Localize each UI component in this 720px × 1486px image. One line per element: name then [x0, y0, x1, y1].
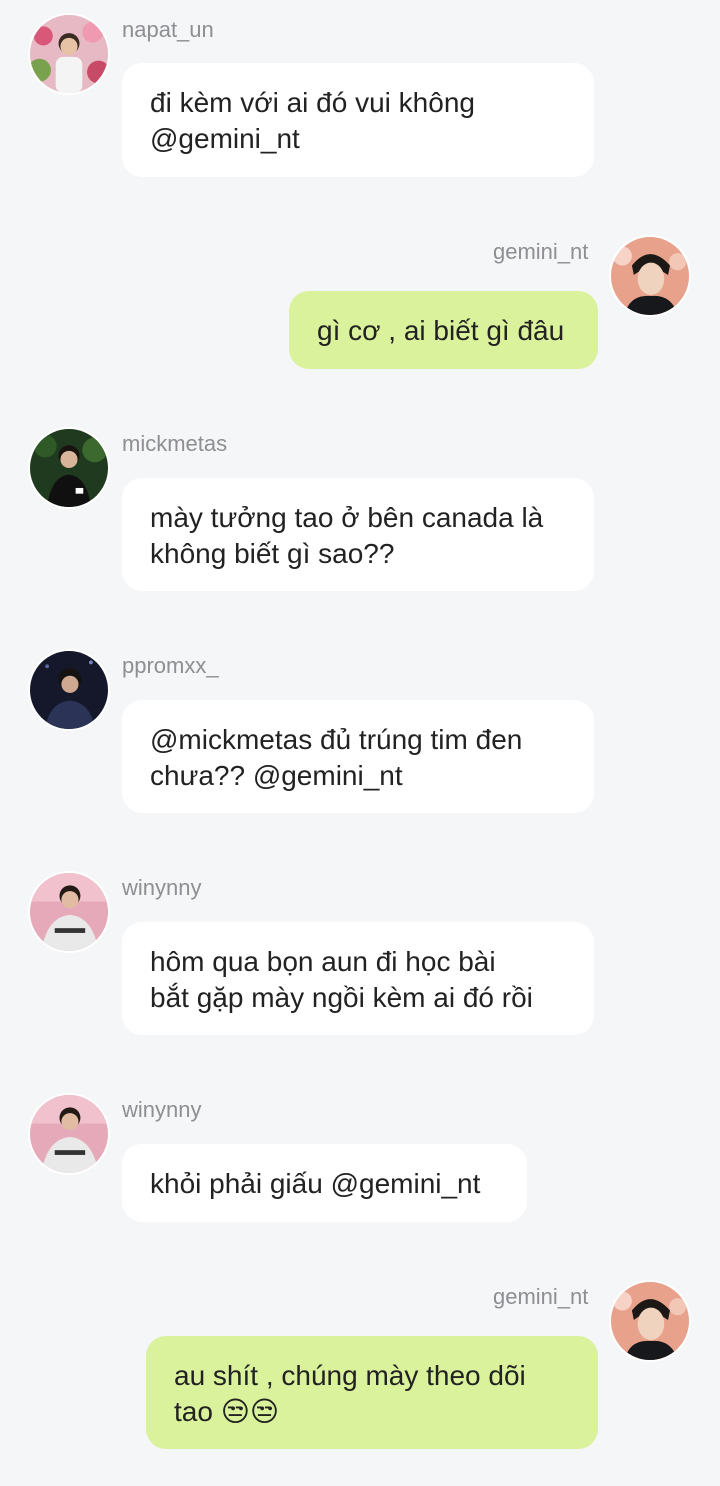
- message-bubble[interactable]: khỏi phải giấu @gemini_nt: [122, 1144, 527, 1222]
- message-bubble[interactable]: đi kèm với ai đó vui không @gemini_nt: [122, 63, 594, 177]
- username[interactable]: winynny: [122, 1097, 201, 1123]
- message-text-line: hôm qua bọn aun đi học bài: [150, 946, 496, 977]
- username[interactable]: mickmetas: [122, 431, 227, 457]
- username[interactable]: gemini_nt: [493, 239, 588, 265]
- username[interactable]: napat_un: [122, 17, 214, 43]
- message-bubble[interactable]: hôm qua bọn aun đi học bài bắt gặp mày n…: [122, 922, 594, 1035]
- avatar-photo-icon: [30, 651, 108, 729]
- avatar-photo-icon: [611, 237, 689, 315]
- username[interactable]: winynny: [122, 875, 201, 901]
- message-text-line: khỏi phải giấu @gemini_nt: [150, 1168, 481, 1199]
- message-bubble[interactable]: mày tưởng tao ở bên canada là không biết…: [122, 478, 594, 591]
- message-text-line: @gemini_nt: [150, 123, 300, 154]
- avatar-photo-icon: [30, 15, 108, 93]
- avatar-photo-icon: [611, 1282, 689, 1360]
- message-text-line: chưa?? @gemini_nt: [150, 760, 403, 791]
- message-text-line: mày tưởng tao ở bên canada là: [150, 502, 544, 533]
- message-text-line: @mickmetas đủ trúng tim đen: [150, 724, 523, 755]
- username[interactable]: gemini_nt: [493, 1284, 588, 1310]
- message-bubble[interactable]: gì cơ , ai biết gì đâu: [289, 291, 598, 369]
- avatar-winynny[interactable]: [28, 1093, 110, 1175]
- username[interactable]: ppromxx_: [122, 653, 219, 679]
- message-text-line: đi kèm với ai đó vui không: [150, 87, 475, 118]
- message-text-line: gì cơ , ai biết gì đâu: [317, 315, 565, 346]
- message-text-line: không biết gì sao??: [150, 538, 395, 569]
- avatar-winynny[interactable]: [28, 871, 110, 953]
- message-text-line: tao 😒😒: [174, 1396, 280, 1427]
- avatar-napat-un[interactable]: [28, 13, 110, 95]
- avatar-gemini-nt[interactable]: [609, 1280, 691, 1362]
- message-bubble[interactable]: au shít , chúng mày theo dõi tao 😒😒: [146, 1336, 598, 1449]
- avatar-ppromxx[interactable]: [28, 649, 110, 731]
- avatar-photo-icon: [30, 1095, 108, 1173]
- avatar-photo-icon: [30, 873, 108, 951]
- avatar-gemini-nt[interactable]: [609, 235, 691, 317]
- avatar-mickmetas[interactable]: [28, 427, 110, 509]
- avatar-photo-icon: [30, 429, 108, 507]
- message-bubble[interactable]: @mickmetas đủ trúng tim đen chưa?? @gemi…: [122, 700, 594, 813]
- message-text-line: au shít , chúng mày theo dõi: [174, 1360, 526, 1391]
- message-text-line: bắt gặp mày ngồi kèm ai đó rồi: [150, 982, 533, 1013]
